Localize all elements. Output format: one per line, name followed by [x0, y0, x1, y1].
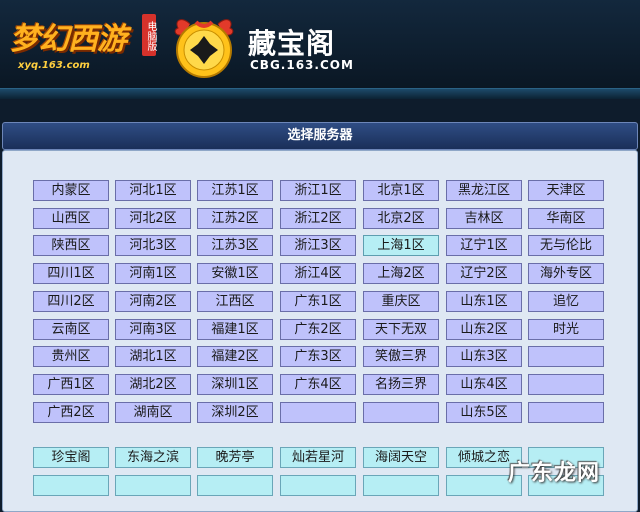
server-button-empty — [363, 474, 439, 496]
server-button[interactable]: 湖南区 — [115, 401, 191, 423]
server-button[interactable]: 浙江4区 — [280, 263, 356, 285]
server-button[interactable]: 山东2区 — [446, 318, 522, 340]
server-button-empty — [115, 474, 191, 496]
header-divider — [0, 88, 640, 99]
server-button[interactable]: 湖北2区 — [115, 373, 191, 395]
server-button[interactable]: 浙江1区 — [280, 180, 356, 201]
server-button[interactable]: 江苏1区 — [197, 180, 273, 201]
server-button-empty — [528, 401, 604, 423]
server-button[interactable]: 晚芳亭 — [197, 447, 273, 468]
server-button[interactable]: 湖北1区 — [115, 346, 191, 368]
game-logo-text: 梦幻西游 — [10, 22, 127, 57]
server-button[interactable]: 河南2区 — [115, 290, 191, 312]
server-button[interactable]: 江苏3区 — [197, 235, 273, 257]
server-button[interactable]: 山东3区 — [446, 346, 522, 368]
server-button[interactable]: 江西区 — [197, 290, 273, 312]
server-button[interactable]: 山东4区 — [446, 373, 522, 395]
cbg-url: CBG.163.COM — [250, 58, 354, 72]
server-button[interactable]: 追忆 — [528, 290, 604, 312]
server-button[interactable]: 黑龙江区 — [446, 180, 522, 201]
server-button[interactable]: 灿若星河 — [280, 447, 356, 468]
server-button[interactable]: 广东1区 — [280, 290, 356, 312]
server-button-empty — [528, 346, 604, 368]
server-button[interactable]: 广东4区 — [280, 373, 356, 395]
server-button[interactable]: 上海1区 — [363, 235, 439, 257]
server-button[interactable]: 山东1区 — [446, 290, 522, 312]
server-button[interactable]: 天下无双 — [363, 318, 439, 340]
server-button[interactable]: 四川1区 — [33, 263, 109, 285]
server-button[interactable]: 天津区 — [528, 180, 604, 201]
server-button-empty — [197, 474, 273, 496]
server-button[interactable]: 云南区 — [33, 318, 109, 340]
server-button[interactable]: 深圳1区 — [197, 373, 273, 395]
server-button-empty — [280, 401, 356, 423]
server-button[interactable]: 福建2区 — [197, 346, 273, 368]
server-button[interactable]: 广西1区 — [33, 373, 109, 395]
server-button[interactable]: 深圳2区 — [197, 401, 273, 423]
server-button[interactable]: 辽宁1区 — [446, 235, 522, 257]
server-button-empty — [33, 474, 109, 496]
server-button[interactable]: 广西2区 — [33, 401, 109, 423]
server-button[interactable]: 吉林区 — [446, 207, 522, 229]
server-button[interactable]: 浙江2区 — [280, 207, 356, 229]
server-button[interactable]: 内蒙区 — [33, 180, 109, 201]
page-title: 选择服务器 — [2, 122, 638, 150]
site-header: 梦幻西游 电脑版 xyq.163.com 藏宝阁 CBG.163.COM — [0, 0, 640, 88]
server-button[interactable]: 广东2区 — [280, 318, 356, 340]
server-button[interactable]: 重庆区 — [363, 290, 439, 312]
cbg-title: 藏宝阁 — [248, 27, 336, 60]
server-button[interactable]: 河南1区 — [115, 263, 191, 285]
server-button[interactable]: 华南区 — [528, 207, 604, 229]
server-button-empty — [280, 474, 356, 496]
server-button[interactable]: 福建1区 — [197, 318, 273, 340]
server-button[interactable]: 河南3区 — [115, 318, 191, 340]
server-button[interactable]: 北京1区 — [363, 180, 439, 201]
server-button[interactable]: 河北3区 — [115, 235, 191, 257]
server-button[interactable]: 笑傲三界 — [363, 346, 439, 368]
server-button-empty — [528, 373, 604, 395]
server-button[interactable]: 四川2区 — [33, 290, 109, 312]
server-button-empty — [363, 401, 439, 423]
server-button[interactable]: 贵州区 — [33, 346, 109, 368]
server-button[interactable]: 河北1区 — [115, 180, 191, 201]
server-button[interactable]: 江苏2区 — [197, 207, 273, 229]
treasure-coin-icon — [174, 19, 234, 78]
game-logo-badge: 电脑版 — [142, 14, 156, 56]
server-button[interactable]: 东海之滨 — [115, 447, 191, 468]
server-button[interactable]: 无与伦比 — [528, 235, 604, 257]
server-button[interactable]: 广东3区 — [280, 346, 356, 368]
server-button[interactable]: 山西区 — [33, 207, 109, 229]
server-button[interactable]: 浙江3区 — [280, 235, 356, 257]
server-button[interactable]: 海阔天空 — [363, 447, 439, 468]
server-button[interactable]: 海外专区 — [528, 263, 604, 285]
game-logo-url: xyq.163.com — [18, 60, 90, 71]
game-logo[interactable]: 梦幻西游 电脑版 xyq.163.com — [6, 8, 156, 72]
server-button[interactable]: 陕西区 — [33, 235, 109, 257]
server-button[interactable]: 上海2区 — [363, 263, 439, 285]
server-button[interactable]: 河北2区 — [115, 207, 191, 229]
server-button[interactable]: 珍宝阁 — [33, 447, 109, 468]
server-button[interactable]: 辽宁2区 — [446, 263, 522, 285]
server-button[interactable]: 时光 — [528, 318, 604, 340]
server-button[interactable]: 北京2区 — [363, 207, 439, 229]
server-button[interactable]: 安徽1区 — [197, 263, 273, 285]
watermark: 广东龙网 — [508, 461, 601, 486]
server-button[interactable]: 山东5区 — [446, 401, 522, 423]
server-button[interactable]: 名扬三界 — [363, 373, 439, 395]
